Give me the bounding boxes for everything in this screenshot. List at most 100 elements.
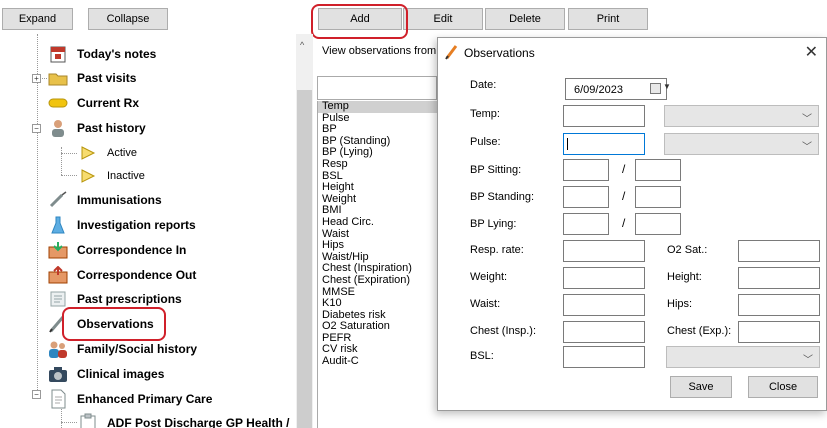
observation-type-item[interactable]: Height bbox=[318, 182, 437, 194]
expand-button[interactable]: Expand bbox=[2, 8, 73, 30]
bp-lying-systolic-input[interactable] bbox=[563, 213, 609, 235]
tree-item-correspondence-out[interactable]: Correspondence Out bbox=[47, 264, 196, 286]
tree-item-investigation-reports[interactable]: Investigation reports bbox=[47, 214, 196, 236]
close-button[interactable]: Close bbox=[748, 376, 818, 398]
tree-item-clinical-images[interactable]: Clinical images bbox=[47, 363, 164, 385]
tree-item-observations[interactable]: Observations bbox=[47, 313, 154, 335]
observations-dialog: Observations ✕ Date: 6/09/2023 ▼ Temp: ﹀… bbox=[437, 37, 827, 411]
collapse-button[interactable]: Collapse bbox=[88, 8, 168, 30]
o2-sat-input[interactable] bbox=[738, 240, 820, 262]
edit-button[interactable]: Edit bbox=[403, 8, 483, 30]
tree-item-inactive[interactable]: Inactive bbox=[77, 165, 145, 187]
notes-calendar-icon bbox=[47, 44, 69, 64]
bp-lying-label: BP Lying: bbox=[470, 218, 517, 230]
observation-type-item[interactable]: Resp bbox=[318, 158, 437, 171]
folder-icon bbox=[47, 68, 69, 88]
tree-item-todays-notes[interactable]: Today's notes bbox=[47, 43, 156, 65]
chest-exp-label: Chest (Exp.): bbox=[667, 325, 732, 337]
resp-rate-input[interactable] bbox=[563, 240, 645, 262]
tree-connector bbox=[61, 422, 77, 423]
scroll-thumb[interactable] bbox=[297, 90, 312, 428]
observation-type-item[interactable]: Audit-C bbox=[318, 355, 437, 368]
bp-sitting-label: BP Sitting: bbox=[470, 164, 522, 176]
weight-input[interactable] bbox=[563, 267, 645, 289]
chevron-down-icon: ﹀ bbox=[802, 114, 812, 125]
family-icon bbox=[47, 339, 69, 359]
tree-item-active[interactable]: Active bbox=[77, 142, 137, 164]
bp-separator: / bbox=[622, 162, 626, 176]
tree-connector bbox=[61, 147, 62, 175]
add-button[interactable]: Add bbox=[318, 8, 402, 30]
tree-scrollbar[interactable]: ^ bbox=[296, 34, 313, 428]
bsl-label: BSL: bbox=[470, 350, 494, 362]
delete-button[interactable]: Delete bbox=[485, 8, 565, 30]
syringe-icon bbox=[47, 190, 69, 210]
calendar-icon[interactable] bbox=[650, 83, 661, 94]
triangle-icon bbox=[77, 143, 99, 163]
o2-sat-label: O2 Sat.: bbox=[667, 244, 708, 256]
save-button[interactable]: Save bbox=[670, 376, 732, 398]
date-label: Date: bbox=[470, 79, 497, 91]
enhanced-primary-care-expander[interactable]: − bbox=[32, 390, 41, 399]
triangle-icon bbox=[77, 166, 99, 186]
observations-filter-box[interactable] bbox=[317, 76, 437, 100]
tree-item-past-history[interactable]: Past history bbox=[47, 117, 146, 139]
tree-item-immunisations[interactable]: Immunisations bbox=[47, 189, 162, 211]
height-input[interactable] bbox=[738, 267, 820, 289]
pencil-icon bbox=[444, 44, 460, 60]
pulse-rhythm-select[interactable]: ﹀ bbox=[664, 133, 819, 155]
chevron-down-icon: ﹀ bbox=[802, 142, 812, 153]
tree-item-family-social-history[interactable]: Family/Social history bbox=[47, 338, 197, 360]
date-value: 6/09/2023 bbox=[574, 84, 623, 96]
print-button[interactable]: Print bbox=[568, 8, 648, 30]
pencil-icon bbox=[47, 314, 69, 334]
tree-connector bbox=[61, 175, 77, 176]
temp-method-select[interactable]: ﹀ bbox=[664, 105, 819, 127]
tree-item-past-prescriptions[interactable]: Past prescriptions bbox=[47, 288, 182, 310]
hips-input[interactable] bbox=[738, 294, 820, 316]
bsl-input[interactable] bbox=[563, 346, 645, 368]
document-icon bbox=[47, 389, 69, 409]
pill-icon bbox=[47, 93, 69, 113]
observation-type-item[interactable]: K10 bbox=[318, 297, 437, 310]
bp-lying-diastolic-input[interactable] bbox=[635, 213, 681, 235]
bp-standing-systolic-input[interactable] bbox=[563, 186, 609, 208]
tree-item-past-visits[interactable]: Past visits bbox=[47, 67, 136, 89]
chevron-down-icon[interactable]: ▼ bbox=[663, 82, 671, 91]
chest-insp-input[interactable] bbox=[563, 321, 645, 343]
chest-exp-input[interactable] bbox=[738, 321, 820, 343]
bp-sitting-diastolic-input[interactable] bbox=[635, 159, 681, 181]
scroll-up-icon[interactable]: ^ bbox=[300, 40, 304, 50]
tree-item-adf-post-discharge[interactable]: ADF Post Discharge GP Health / bbox=[77, 412, 290, 428]
pulse-input[interactable] bbox=[563, 133, 645, 155]
close-icon[interactable]: ✕ bbox=[805, 42, 818, 62]
observation-type-item[interactable]: Temp bbox=[318, 101, 437, 113]
waist-input[interactable] bbox=[563, 294, 645, 316]
chevron-down-icon: ﹀ bbox=[803, 355, 813, 366]
view-observations-label: View observations from bbox=[322, 45, 437, 57]
bp-separator: / bbox=[622, 189, 626, 203]
tree-connector bbox=[37, 34, 38, 394]
bp-standing-diastolic-input[interactable] bbox=[635, 186, 681, 208]
tree-connector bbox=[61, 153, 77, 154]
temp-input[interactable] bbox=[563, 105, 645, 127]
letter-out-icon bbox=[47, 265, 69, 285]
observation-type-item[interactable]: Chest (Expiration) bbox=[318, 274, 437, 287]
past-visits-expander[interactable]: + bbox=[32, 74, 41, 83]
bp-sitting-systolic-input[interactable] bbox=[563, 159, 609, 181]
bp-separator: / bbox=[622, 216, 626, 230]
weight-label: Weight: bbox=[470, 271, 508, 283]
tree-item-current-rx[interactable]: Current Rx bbox=[47, 92, 139, 114]
observation-type-list[interactable]: Temp Pulse BP BP (Standing) BP (Lying) Resp BS… bbox=[317, 101, 437, 428]
observation-type-item[interactable]: Head Circ. bbox=[318, 216, 437, 229]
date-picker[interactable]: 6/09/2023 ▼ bbox=[565, 78, 671, 100]
clipboard-icon bbox=[77, 413, 99, 428]
bsl-timing-select[interactable]: ﹀ bbox=[666, 346, 820, 368]
hips-label: Hips: bbox=[667, 298, 693, 310]
dialog-title: Observations bbox=[464, 46, 535, 60]
tree-item-enhanced-primary-care[interactable]: Enhanced Primary Care bbox=[47, 388, 212, 410]
tree-item-correspondence-in[interactable]: Correspondence In bbox=[47, 239, 186, 261]
past-history-expander[interactable]: − bbox=[32, 124, 41, 133]
bp-standing-label: BP Standing: bbox=[470, 191, 535, 203]
observation-type-item[interactable]: Hips bbox=[318, 240, 437, 252]
